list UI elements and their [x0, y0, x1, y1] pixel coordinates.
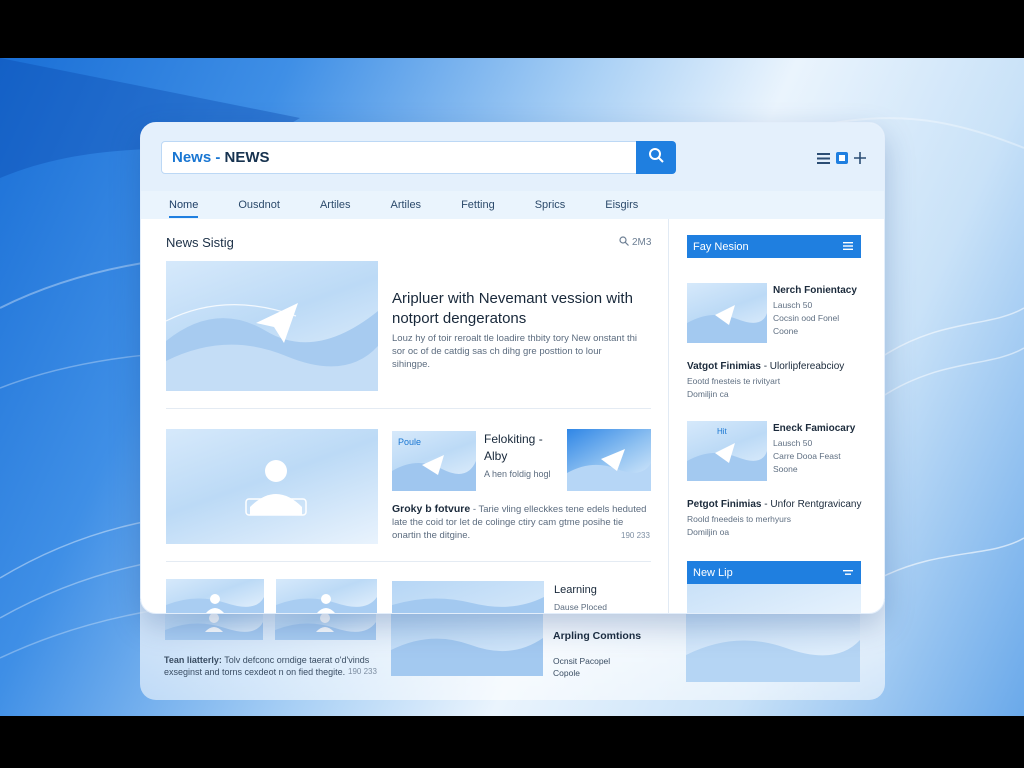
sidebar-item-2-line-1: Eootd fnesteis te rivityart: [687, 376, 781, 386]
top-bar: News - NEWS: [141, 123, 884, 191]
bottom-left-story: Tean liatterly: Tolv defconc orndige tae…: [164, 654, 379, 678]
nav-tab-2[interactable]: Ousdnot: [238, 199, 280, 211]
nav-tab-home[interactable]: Nome: [169, 199, 199, 218]
section-count: 2M3: [619, 236, 651, 249]
search-button[interactable]: [636, 141, 676, 174]
window-icon[interactable]: [836, 152, 848, 164]
search-value: NEWS: [224, 149, 270, 166]
nav-tab-7[interactable]: Eisgirs: [605, 199, 638, 211]
sidebar: Fay Nesion Nerch Fonientacy Lausch 50 Co…: [668, 219, 884, 613]
sidebar-item-3-title[interactable]: Eneck Famiocary: [773, 423, 855, 434]
second-meta: 190 233: [621, 531, 650, 540]
search-box[interactable]: News - NEWS: [161, 141, 676, 174]
add-icon[interactable]: [854, 152, 866, 164]
letterbox-top: [0, 0, 1024, 58]
sidebar-item-2-suffix: - Ulorlipfereabcioy: [763, 361, 845, 372]
sidebar-item-4-title[interactable]: Petgot Finimias - Unfor Rentgravicany: [687, 499, 862, 510]
main-content: News Sistig 2M3 Aripluer with Nevemant v…: [141, 219, 668, 613]
featured-title[interactable]: Aripluer with Nevemant vession with notp…: [392, 289, 642, 329]
list-icon[interactable]: [843, 241, 853, 253]
bottom-left-meta: 190 233: [348, 667, 377, 676]
menu-icon[interactable]: [817, 152, 830, 164]
search-input[interactable]: News - NEWS: [162, 142, 636, 173]
sidebar-item-2-title-text: Vatgot Finimias: [687, 361, 761, 372]
sidebar-thumb-2-tag: Hit: [717, 427, 727, 436]
sidebar-header-1[interactable]: Fay Nesion: [687, 235, 861, 258]
mini-card-tag: Poule: [398, 437, 422, 447]
nav-tab-4[interactable]: Artiles: [391, 199, 422, 211]
window-reflection: Tean liatterly: Tolv defconc orndige tae…: [140, 600, 885, 700]
bottom-right-title-2[interactable]: Arpling Comtions: [553, 630, 641, 642]
sidebar-item-1-line-2: Cocsin ood Fonel: [773, 313, 840, 323]
second-title[interactable]: Groky b fotvure: [392, 503, 470, 515]
search-small-icon: [619, 236, 629, 249]
sidebar-header-2[interactable]: New Lip: [687, 561, 861, 584]
sidebar-item-3-line-3: Soone: [773, 464, 798, 474]
sidebar-item-1-line-3: Coone: [773, 326, 799, 336]
bottom-thumb-1[interactable]: [166, 579, 264, 613]
sidebar-header-2-label: New Lip: [693, 566, 733, 579]
sidebar-item-2-title[interactable]: Vatgot Finimias - Ulorlipfereabcioy: [687, 361, 844, 372]
bottom-right-line-1a: Dause Ploced: [554, 602, 607, 612]
top-toolbar: [817, 151, 867, 165]
sidebar-item-4-title-text: Petgot Finimias: [687, 499, 762, 510]
sidebar-item-1-title[interactable]: Nerch Fonientacy: [773, 285, 857, 296]
nav-tab-6[interactable]: Sprics: [535, 199, 566, 211]
section-count-value: 2M3: [632, 237, 652, 248]
search-separator: -: [211, 149, 225, 166]
sidebar-thumb-1[interactable]: [687, 283, 767, 343]
sidebar-item-3-line-1: Lausch 50: [773, 438, 813, 448]
browser-window: News - NEWS Nome Ousdnot Artiles Artiles: [140, 122, 885, 614]
sidebar-item-1-line-1: Lausch 50: [773, 300, 813, 310]
collapse-icon[interactable]: [843, 567, 853, 579]
sidebar-item-4-suffix: - Unfor Rentgravicany: [764, 499, 862, 510]
sidebar-thumb-3[interactable]: [687, 584, 861, 613]
second-image[interactable]: [166, 429, 378, 544]
mini-card-subtitle: A hen foldig hogl: [484, 469, 551, 479]
sidebar-item-4-line-1: Roold fneedeis to merhyurs: [687, 514, 791, 524]
divider-2: [166, 561, 651, 562]
divider-1: [166, 408, 651, 409]
mini-card-image-2[interactable]: [567, 429, 651, 491]
bottom-thumb-3[interactable]: [392, 581, 544, 613]
sidebar-thumb-2[interactable]: Hit: [687, 421, 767, 481]
mini-card-title[interactable]: Felokiting - Alby: [484, 431, 564, 465]
featured-image[interactable]: [166, 261, 378, 391]
bottom-thumb-2[interactable]: [276, 579, 377, 613]
sidebar-header-1-label: Fay Nesion: [693, 240, 749, 253]
search-icon: [648, 147, 664, 168]
bottom-left-title: Tean liatterly:: [164, 655, 222, 665]
nav-tab-3[interactable]: Artiles: [320, 199, 351, 211]
sidebar-item-3-line-2: Carre Dooa Feast: [773, 451, 841, 461]
sidebar-item-2-line-2: Domiljin ca: [687, 389, 729, 399]
bottom-right-line-2a: Ocnsit Pacopel: [553, 656, 611, 666]
section-title: News Sistig: [166, 235, 234, 250]
nav-tab-5[interactable]: Fetting: [461, 199, 495, 211]
second-story: Groky b fotvure - Tarie vling elleckkes …: [392, 503, 647, 541]
sidebar-item-4-line-2: Domiljin oa: [687, 527, 730, 537]
mini-card-image[interactable]: Poule: [392, 431, 476, 491]
bottom-right-title-1[interactable]: Learning: [554, 583, 597, 597]
search-brand: News: [172, 149, 212, 166]
nav-bar: Nome Ousdnot Artiles Artiles Fetting Spr…: [141, 191, 884, 219]
featured-text: Louz hy of toir reroalt tle loadire thbi…: [392, 333, 638, 370]
letterbox-bottom: [0, 716, 1024, 768]
bottom-right-line-2b: Copole: [553, 668, 580, 678]
